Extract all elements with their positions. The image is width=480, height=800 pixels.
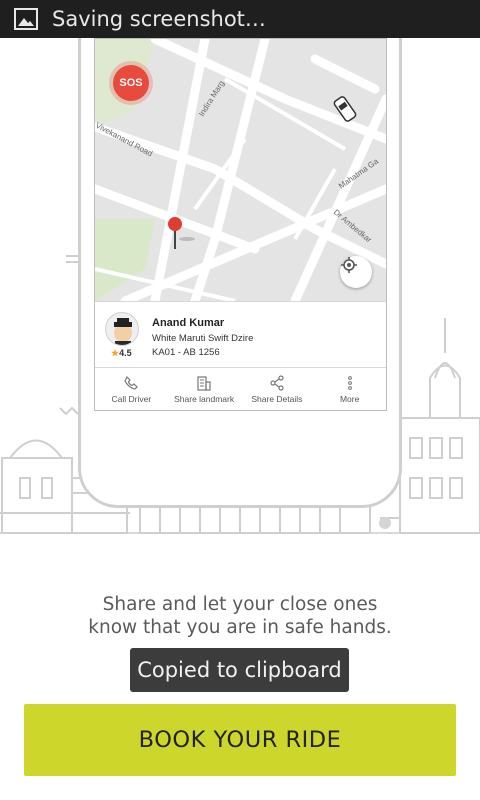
toast-message: Copied to clipboard — [130, 648, 349, 692]
action-label: Call Driver — [111, 394, 152, 404]
driver-card: ★4.5 Anand Kumar White Maruti Swift Dzir… — [95, 301, 386, 367]
action-bar: Call Driver Share landmark Share Details — [95, 367, 386, 410]
tagline: Share and let your close ones know that … — [0, 593, 480, 639]
action-label: More — [339, 394, 360, 404]
sos-button[interactable]: SOS — [113, 65, 149, 101]
car-model: White Maruti Swift Dzire — [152, 333, 254, 344]
driver-name: Anand Kumar — [152, 317, 225, 329]
share-details-button[interactable]: Share Details — [241, 368, 314, 410]
action-label: Share landmark — [174, 394, 235, 404]
book-ride-button[interactable]: BOOK YOUR RIDE — [24, 704, 456, 776]
status-text: Saving screenshot… — [52, 7, 266, 31]
building-icon — [197, 376, 211, 391]
more-button[interactable]: More — [313, 368, 386, 410]
illustration: Indira Marg Vivekanand Road Mahatma Ga D… — [0, 38, 480, 538]
car-plate: KA01 - AB 1256 — [152, 347, 220, 358]
tagline-line-2: know that you are in safe hands. — [88, 617, 392, 638]
more-vertical-icon — [347, 376, 352, 390]
my-location-button[interactable] — [340, 256, 372, 288]
action-label: Share Details — [251, 394, 303, 404]
star-icon: ★ — [111, 348, 120, 358]
driver-avatar — [105, 312, 139, 346]
call-driver-button[interactable]: Call Driver — [95, 368, 168, 410]
tagline-line-1: Share and let your close ones — [102, 594, 378, 615]
phone-screen: Indira Marg Vivekanand Road Mahatma Ga D… — [94, 38, 387, 411]
share-landmark-button[interactable]: Share landmark — [168, 368, 241, 410]
my-location-icon — [341, 257, 357, 273]
share-icon — [270, 375, 284, 391]
driver-rating: ★4.5 — [111, 348, 132, 359]
map-view[interactable]: Indira Marg Vivekanand Road Mahatma Ga D… — [95, 39, 386, 301]
status-bar: Saving screenshot… — [0, 0, 480, 38]
rating-value: 4.5 — [119, 348, 132, 358]
phone-icon — [124, 375, 139, 390]
image-icon — [14, 8, 38, 30]
